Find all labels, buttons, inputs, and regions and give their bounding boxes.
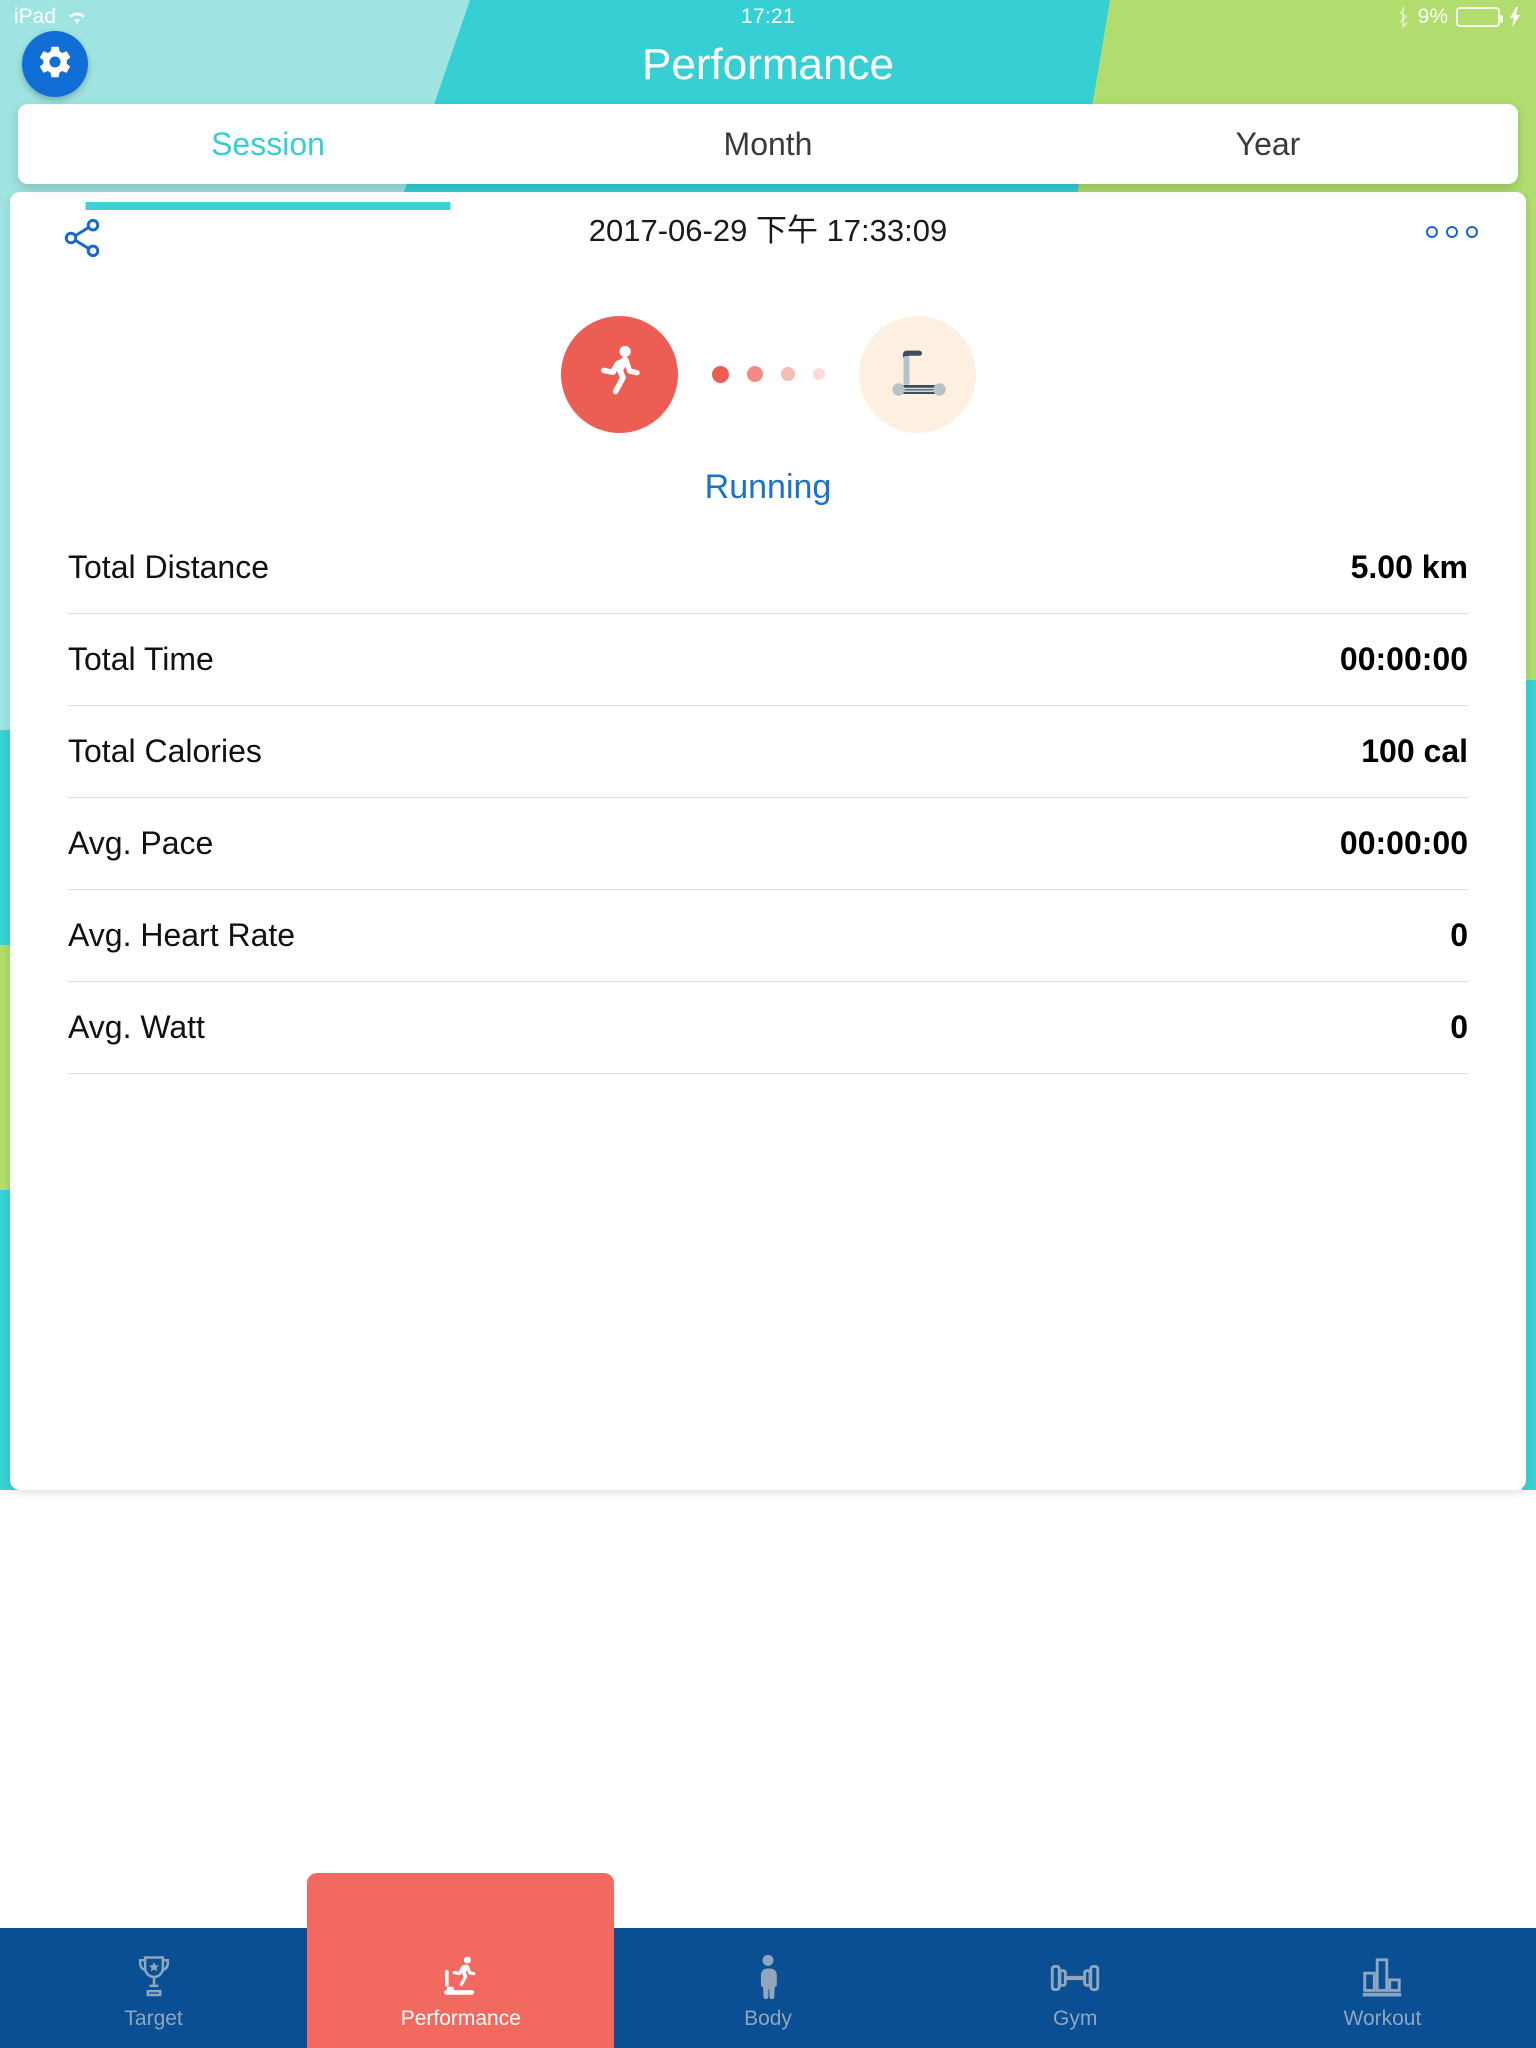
bottom-tab-workout-label: Workout <box>1343 2006 1422 2030</box>
more-dot-2 <box>1446 226 1458 238</box>
table-row: Avg. Heart Rate 0 <box>68 890 1468 982</box>
running-person-icon <box>587 340 651 409</box>
bar-chart-icon <box>1359 1948 1405 2000</box>
bottom-tab-target[interactable]: Target <box>0 1928 307 2048</box>
table-row: Total Calories 100 cal <box>68 706 1468 798</box>
dumbbell-icon <box>1048 1948 1102 2000</box>
bottom-tab-performance-label: Performance <box>400 2006 521 2030</box>
person-icon <box>751 1948 785 2000</box>
session-detail-card: 2017-06-29 下午 17:33:09 Running Total Dis… <box>10 192 1526 1490</box>
session-stats-list: Total Distance 5.00 km Total Time 00:00:… <box>68 522 1468 1074</box>
stat-value: 100 cal <box>1361 733 1468 769</box>
trophy-icon <box>132 1948 176 2000</box>
connector-dot-2 <box>746 366 763 382</box>
stat-value: 00:00:00 <box>1339 641 1468 677</box>
lightning-bolt-icon <box>1508 6 1522 28</box>
more-options-icon[interactable] <box>1426 226 1478 238</box>
bluetooth-icon <box>1396 6 1410 28</box>
bottom-tab-performance[interactable]: Performance <box>307 1873 615 2048</box>
table-row: Total Time 00:00:00 <box>68 614 1468 706</box>
page-title: Performance <box>642 40 894 89</box>
equipment-badge[interactable] <box>858 315 976 433</box>
background-bottom-white <box>0 1490 1536 1920</box>
tab-active-underline <box>85 202 451 210</box>
connector-dot-1 <box>711 365 729 383</box>
bottom-tab-body[interactable]: Body <box>614 1928 921 2048</box>
activity-name-label: Running <box>704 468 832 506</box>
tab-year[interactable]: Year <box>1018 104 1518 184</box>
stat-label: Total Time <box>68 641 214 677</box>
connector-dot-3 <box>780 367 795 381</box>
bottom-tab-bar: Target Performance Body Gym Workout <box>0 1873 1536 2048</box>
tab-session[interactable]: Session <box>18 104 518 210</box>
stat-label: Total Distance <box>68 549 269 585</box>
segmented-tab-bar: Session Month Year <box>18 104 1518 210</box>
tab-year-label: Year <box>1235 125 1301 162</box>
bottom-tab-body-label: Body <box>744 2006 792 2030</box>
treadmill-icon <box>881 340 953 409</box>
gear-icon <box>36 43 74 86</box>
more-dot-1 <box>1426 226 1438 238</box>
tab-month[interactable]: Month <box>518 104 1018 184</box>
table-row: Avg. Watt 0 <box>68 982 1468 1074</box>
battery-percent-label: 9% <box>1417 5 1448 28</box>
bottom-tab-gym[interactable]: Gym <box>922 1928 1229 2048</box>
activity-connector-dots <box>711 365 825 383</box>
status-bar-right: 9% <box>1396 0 1522 34</box>
tab-month-label: Month <box>723 125 813 162</box>
activity-summary <box>10 284 1526 464</box>
stat-value: 0 <box>1450 917 1468 953</box>
stat-value: 5.00 km <box>1350 549 1468 585</box>
stat-label: Total Calories <box>68 733 262 769</box>
stat-label: Avg. Watt <box>68 1009 205 1045</box>
connector-dot-4 <box>812 368 825 380</box>
settings-button[interactable] <box>22 31 88 97</box>
battery-icon <box>1456 7 1503 27</box>
table-row: Avg. Pace 00:00:00 <box>68 798 1468 890</box>
more-dot-3 <box>1466 226 1478 238</box>
table-row: Total Distance 5.00 km <box>68 522 1468 614</box>
status-bar: iPad 17:21 9% <box>0 0 1536 34</box>
stat-value: 00:00:00 <box>1339 825 1468 861</box>
treadmill-runner-icon <box>438 1948 484 2000</box>
bottom-tab-workout[interactable]: Workout <box>1229 1928 1536 2048</box>
tab-session-label: Session <box>211 125 325 162</box>
stat-value: 0 <box>1450 1009 1468 1045</box>
stat-label: Avg. Pace <box>68 825 214 861</box>
stat-label: Avg. Heart Rate <box>68 917 296 953</box>
session-date-label: 2017-06-29 下午 17:33:09 <box>588 213 948 248</box>
activity-type-badge[interactable] <box>560 315 678 433</box>
status-bar-clock: 17:21 <box>740 5 796 28</box>
bottom-tab-target-label: Target <box>124 2006 183 2030</box>
bottom-tab-gym-label: Gym <box>1053 2006 1098 2030</box>
session-header-row: 2017-06-29 下午 17:33:09 <box>10 206 1526 264</box>
